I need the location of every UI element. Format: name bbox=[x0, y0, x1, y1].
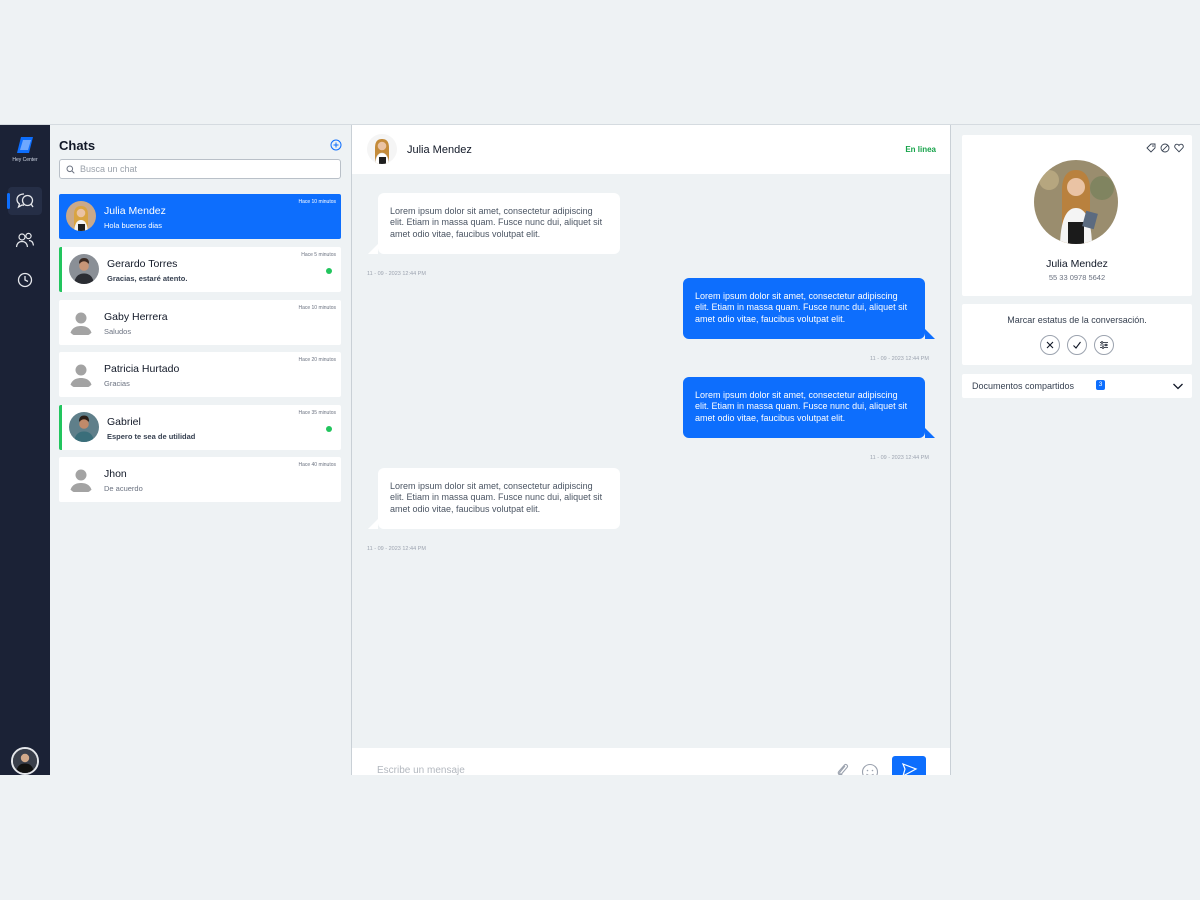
avatar bbox=[367, 134, 397, 164]
message-bubble-outgoing: Lorem ipsum dolor sit amet, consectetur … bbox=[683, 278, 935, 339]
chat-list-panel: Chats Julia Mendez bbox=[50, 125, 351, 775]
chat-last-message: De acuerdo bbox=[104, 484, 143, 493]
chat-item-gerardo-torres[interactable]: Gerardo Torres Gracias, estaré atento. H… bbox=[59, 247, 341, 292]
logo-icon bbox=[17, 137, 33, 153]
brand: Hey Center bbox=[0, 135, 50, 163]
chat-last-message: Saludos bbox=[104, 327, 132, 336]
message-bubble-incoming: Lorem ipsum dolor sit amet, consectetur … bbox=[368, 468, 620, 529]
avatar bbox=[66, 307, 96, 337]
nav-rail: Hey Center bbox=[0, 125, 50, 775]
rail-item-chats[interactable] bbox=[7, 187, 42, 215]
clock-icon bbox=[17, 272, 33, 288]
chat-item-julia-mendez[interactable]: Julia Mendez Hola buenos dias Hace 10 mi… bbox=[59, 194, 341, 239]
sliders-icon bbox=[1100, 341, 1108, 349]
shared-documents[interactable]: Documentos compartidos 3 bbox=[962, 374, 1192, 398]
unread-indicator bbox=[326, 268, 332, 274]
emoji-icon[interactable] bbox=[861, 763, 879, 775]
new-chat-icon[interactable] bbox=[330, 139, 342, 151]
message-timestamp: 11 - 09 - 2023 12:44 PM bbox=[367, 546, 426, 552]
tag-icon[interactable] bbox=[1146, 143, 1156, 153]
conversation-panel: Julia Mendez En linea Lorem ipsum dolor … bbox=[351, 125, 951, 775]
chat-bubbles-icon bbox=[16, 193, 34, 209]
conversation-header: Julia Mendez En linea bbox=[352, 125, 950, 174]
chat-time: Hace 10 minutos bbox=[298, 199, 336, 205]
chat-app: Hey Center Chats Busca un chat Julia Men… bbox=[0, 124, 1200, 775]
contact-photo bbox=[66, 201, 96, 231]
documents-count-badge: 3 bbox=[1096, 380, 1105, 390]
contact-photo bbox=[69, 412, 99, 442]
chevron-down-icon[interactable] bbox=[1172, 381, 1184, 391]
message-timestamp: 11 - 09 - 2023 12:44 PM bbox=[367, 271, 426, 277]
close-conversation-button[interactable] bbox=[1040, 335, 1060, 355]
chat-name: Julia Mendez bbox=[104, 205, 166, 217]
message-input[interactable] bbox=[377, 765, 777, 775]
profile-photo bbox=[1034, 160, 1118, 244]
chat-time: Hace 10 minutos bbox=[298, 305, 336, 311]
shared-documents-label: Documentos compartidos bbox=[972, 381, 1075, 391]
chat-name: Patricia Hurtado bbox=[104, 363, 180, 375]
profile-card: Julia Mendez 55 33 0978 5642 bbox=[962, 135, 1192, 296]
contact-details-panel: Julia Mendez 55 33 0978 5642 Marcar esta… bbox=[951, 125, 1200, 775]
users-icon bbox=[15, 232, 35, 248]
rail-item-history[interactable] bbox=[8, 266, 42, 294]
chat-item-jhon[interactable]: Jhon De acuerdo Hace 40 minutos bbox=[59, 457, 341, 502]
message-bubble-outgoing: Lorem ipsum dolor sit amet, consectetur … bbox=[683, 377, 935, 438]
block-icon[interactable] bbox=[1160, 143, 1170, 153]
avatar bbox=[66, 464, 96, 494]
chat-item-gabriel[interactable]: Gabriel Espero te sea de utilidad Hace 3… bbox=[59, 405, 341, 450]
avatar bbox=[66, 201, 96, 231]
rail-item-contacts[interactable] bbox=[8, 226, 42, 254]
chat-search bbox=[59, 159, 341, 179]
close-icon bbox=[1046, 341, 1054, 349]
chat-last-message: Espero te sea de utilidad bbox=[107, 432, 196, 441]
chat-name: Gabriel bbox=[107, 416, 141, 428]
chat-last-message: Gracias bbox=[104, 379, 130, 388]
message-timestamp: 11 - 09 - 2023 12:44 PM bbox=[870, 455, 929, 461]
avatar bbox=[69, 254, 99, 284]
online-status: En linea bbox=[905, 145, 936, 154]
paperclip-icon[interactable] bbox=[835, 761, 849, 775]
brand-name: Hey Center bbox=[12, 157, 38, 163]
chat-time: Hace 5 minutos bbox=[301, 252, 336, 258]
avatar bbox=[69, 412, 99, 442]
send-icon bbox=[901, 762, 918, 775]
conversation-status-card: Marcar estatus de la conversación. bbox=[962, 304, 1192, 365]
chat-last-message: Hola buenos dias bbox=[104, 221, 162, 230]
profile-actions bbox=[1146, 143, 1184, 153]
chat-time: Hace 40 minutos bbox=[298, 462, 336, 468]
send-button[interactable] bbox=[892, 756, 926, 775]
chat-name: Gaby Herrera bbox=[104, 311, 168, 323]
contact-photo bbox=[69, 254, 99, 284]
profile-name: Julia Mendez bbox=[1046, 258, 1108, 270]
default-avatar-icon bbox=[70, 469, 92, 492]
message-composer bbox=[352, 748, 950, 775]
default-avatar-icon bbox=[70, 312, 92, 335]
chat-last-message: Gracias, estaré atento. bbox=[107, 274, 188, 283]
message-bubble-incoming: Lorem ipsum dolor sit amet, consectetur … bbox=[368, 193, 620, 254]
chat-name: Gerardo Torres bbox=[107, 258, 178, 270]
search-input[interactable] bbox=[80, 164, 320, 174]
default-avatar-icon bbox=[70, 364, 92, 387]
user-avatar[interactable] bbox=[11, 747, 39, 775]
heart-icon[interactable] bbox=[1174, 143, 1184, 153]
status-title: Marcar estatus de la conversación. bbox=[1007, 315, 1147, 325]
profile-phone: 55 33 0978 5642 bbox=[1048, 273, 1106, 282]
contact-photo bbox=[1034, 160, 1118, 244]
avatar bbox=[66, 359, 96, 389]
contact-photo bbox=[367, 134, 397, 164]
chat-name: Jhon bbox=[104, 468, 127, 480]
chat-time: Hace 35 minutos bbox=[298, 410, 336, 416]
conversation-contact-name: Julia Mendez bbox=[407, 144, 472, 156]
search-icon bbox=[66, 165, 75, 174]
resolve-conversation-button[interactable] bbox=[1067, 335, 1087, 355]
filter-conversation-button[interactable] bbox=[1094, 335, 1114, 355]
chats-title: Chats bbox=[59, 138, 96, 153]
message-timestamp: 11 - 09 - 2023 12:44 PM bbox=[870, 356, 929, 362]
user-avatar-photo bbox=[13, 749, 37, 773]
unread-indicator bbox=[326, 426, 332, 432]
chat-time: Hace 20 minutos bbox=[298, 357, 336, 363]
chat-item-patricia-hurtado[interactable]: Patricia Hurtado Gracias Hace 20 minutos bbox=[59, 352, 341, 397]
chat-item-gaby-herrera[interactable]: Gaby Herrera Saludos Hace 10 minutos bbox=[59, 300, 341, 345]
check-icon bbox=[1073, 341, 1081, 349]
